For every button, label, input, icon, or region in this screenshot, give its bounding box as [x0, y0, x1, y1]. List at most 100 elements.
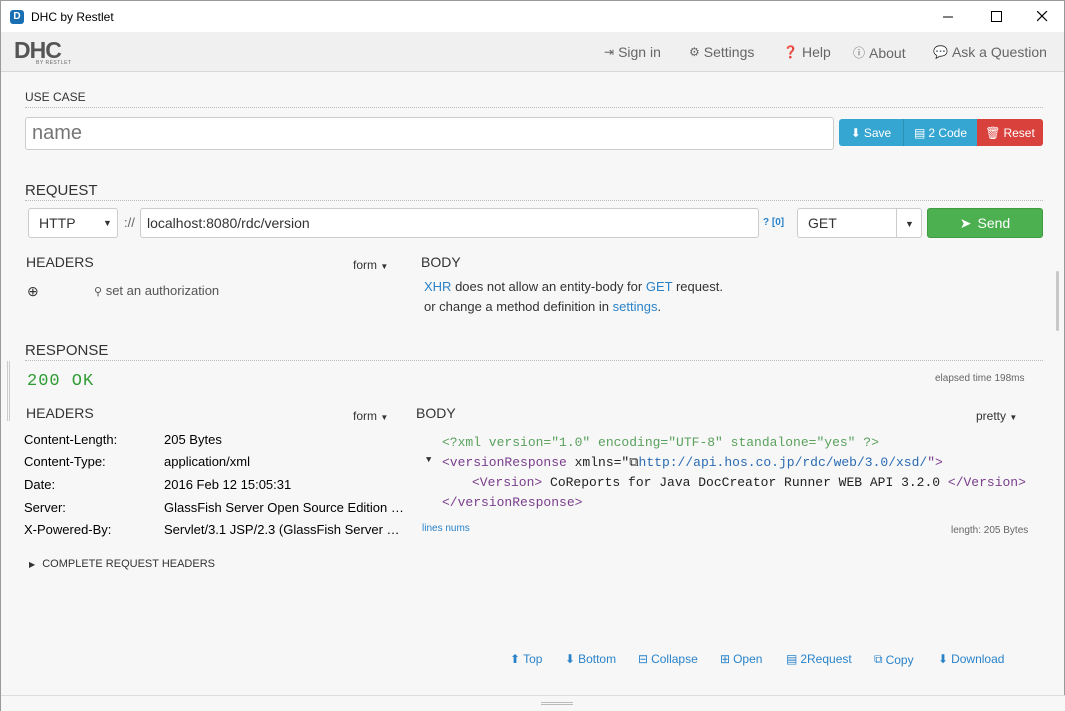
copy-icon: ⧉: [874, 652, 883, 666]
bottom-panel-bar: [1, 695, 1065, 711]
xml-root-open: <versionResponse xmlns="⧉http://api.hos.…: [442, 455, 943, 470]
plus-square-icon: ⊞: [720, 652, 731, 666]
nav-help[interactable]: ❓ Help: [783, 44, 831, 60]
add-header-button[interactable]: ⊕: [27, 283, 39, 300]
vertical-scrollbar-thumb[interactable]: [1056, 271, 1059, 331]
body-notice-line-1: XHR does not allow an entity-body for GE…: [424, 279, 723, 294]
title-bar: D DHC by Restlet: [1, 1, 1064, 32]
request-body-label: BODY: [421, 254, 461, 270]
download-button[interactable]: ⬇ Download: [938, 652, 1004, 666]
response-headers-label: HEADERS: [26, 405, 94, 421]
method-dropdown-button[interactable]: ▼: [896, 208, 922, 238]
left-resize-grip[interactable]: [7, 361, 10, 421]
xml-root-close: </versionResponse>: [442, 495, 583, 510]
help-icon: ❓: [783, 45, 798, 59]
top-button[interactable]: ⬆ Top: [510, 652, 542, 666]
gear-icon: ⚙: [689, 45, 700, 59]
save-button[interactable]: ⬇ Save: [839, 119, 903, 146]
divider: [25, 360, 1043, 361]
bottom-button[interactable]: ⬇ Bottom: [565, 652, 616, 666]
info-icon: ⓘ: [853, 46, 866, 60]
xml-declaration: <?xml version="1.0" encoding="UTF-8" sta…: [442, 435, 879, 450]
response-length: length: 205 Bytes: [951, 525, 1029, 536]
caret-down-icon: ▼: [380, 262, 389, 271]
sign-in-icon: ⇥: [604, 45, 615, 59]
close-icon: [1036, 11, 1047, 22]
bottom-resize-grip[interactable]: [541, 702, 573, 705]
header-name: Content-Type:: [24, 454, 106, 469]
body-notice-line-2: or change a method definition in setting…: [424, 299, 662, 314]
response-body-label: BODY: [416, 405, 456, 421]
header-value: application/xml: [164, 454, 250, 469]
minus-square-icon: ⊟: [638, 652, 649, 666]
maximize-icon: [990, 11, 1002, 22]
plus-circle-icon: ⊕: [27, 283, 39, 299]
header-name: X-Powered-By:: [24, 522, 112, 537]
minimize-button[interactable]: [925, 1, 971, 32]
divider: [25, 107, 1043, 108]
close-button[interactable]: [1019, 1, 1065, 32]
method-select[interactable]: GET: [797, 208, 897, 238]
to-request-button[interactable]: ▤ 2Request: [786, 652, 852, 666]
caret-down-icon: ▼: [380, 413, 389, 422]
reset-button[interactable]: 🗑 Reset: [977, 119, 1043, 146]
dhc-logo: DHC BY RESTLET: [14, 37, 72, 67]
header-name: Date:: [24, 477, 56, 492]
app-window: D DHC by Restlet DHC BY RESTLET ⇥ Sign i…: [0, 0, 1065, 711]
response-headers-form-toggle[interactable]: form ▼: [353, 409, 388, 423]
pretty-toggle[interactable]: pretty ▼: [976, 409, 1017, 423]
trash-icon: 🗑: [985, 125, 1001, 140]
caret-right-icon: ▶: [29, 560, 36, 569]
window-title: DHC by Restlet: [31, 9, 114, 24]
nav-sign-in[interactable]: ⇥ Sign in: [604, 44, 661, 60]
set-authorization-link[interactable]: ⚲ set an authorization: [94, 283, 219, 298]
complete-request-headers-toggle[interactable]: ▶ COMPLETE REQUEST HEADERS: [29, 558, 215, 570]
header-value: 2016 Feb 12 15:05:31: [164, 477, 292, 492]
header-name: Server:: [24, 500, 66, 515]
namespace-link[interactable]: http://api.hos.co.jp/rdc/web/3.0/xsd/: [639, 455, 928, 470]
file-icon: ▤: [913, 125, 926, 140]
query-params-toggle[interactable]: ? [0]: [763, 217, 784, 228]
caret-down-icon: ▼: [905, 219, 914, 229]
xhr-link[interactable]: XHR: [424, 279, 451, 294]
send-button[interactable]: ➤ Send: [927, 208, 1043, 238]
external-link-icon: ⧉: [629, 455, 639, 470]
download-icon: ⬇: [938, 652, 949, 666]
response-status: 200 OK: [27, 372, 95, 391]
nav-settings[interactable]: ⚙ Settings: [689, 44, 754, 60]
nav-ask-question[interactable]: 💬 Ask a Question: [933, 44, 1047, 60]
open-button[interactable]: ⊞ Open: [720, 652, 762, 666]
request-label: REQUEST: [25, 182, 98, 199]
settings-link[interactable]: settings: [613, 299, 658, 314]
paper-plane-icon: ➤: [959, 214, 972, 231]
divider: [25, 200, 1043, 201]
maximize-button[interactable]: [973, 1, 1019, 32]
file-icon: ▤: [786, 652, 798, 666]
header-value: Servlet/3.1 JSP/2.3 (GlassFish Server Op…: [164, 522, 404, 537]
url-input[interactable]: localhost:8080/rdc/version: [140, 208, 759, 238]
download-icon: ⬇: [850, 125, 861, 140]
minimize-icon: [942, 16, 953, 18]
code-button[interactable]: ▤ 2 Code: [903, 119, 977, 146]
get-link[interactable]: GET: [646, 279, 673, 294]
collapse-button[interactable]: ⊟ Collapse: [638, 652, 698, 666]
elapsed-time: elapsed time 198ms: [935, 373, 1025, 384]
request-headers-label: HEADERS: [26, 254, 94, 270]
vertical-scrollbar[interactable]: [1054, 73, 1065, 694]
use-case-name-input[interactable]: [25, 117, 834, 150]
app-header: DHC BY RESTLET ⇥ Sign in ⚙ Settings ❓ He…: [1, 32, 1064, 72]
header-value: GlassFish Server Open Source Edition 4.1: [164, 500, 404, 515]
header-name: Content-Length:: [24, 432, 118, 447]
caret-down-icon: ▼: [1009, 413, 1018, 422]
collapse-triangle-icon[interactable]: ▼: [426, 455, 431, 465]
copy-button[interactable]: ⧉ Copy: [874, 652, 914, 667]
app-icon: D: [10, 9, 24, 24]
arrow-up-icon: ⬆: [510, 652, 521, 666]
key-icon: ⚲: [94, 286, 103, 298]
line-numbers-toggle[interactable]: lines nums: [422, 523, 470, 534]
use-case-label: USE CASE: [25, 90, 86, 104]
url-separator: ://: [124, 215, 135, 230]
request-headers-form-toggle[interactable]: form ▼: [353, 258, 388, 272]
nav-about[interactable]: ⓘ About: [853, 44, 906, 61]
chevron-down-icon: ▼: [103, 218, 112, 228]
